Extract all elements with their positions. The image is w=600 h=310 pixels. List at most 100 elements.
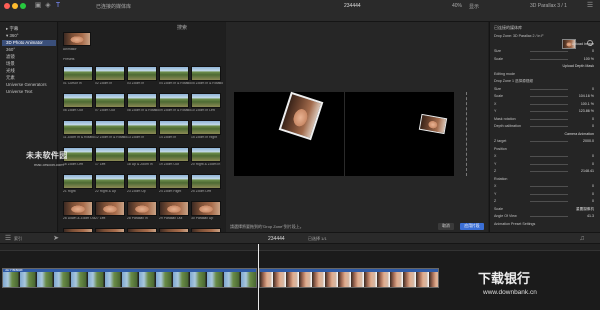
inspector-param-value[interactable]: Upload Image <box>572 42 594 46</box>
sidebar-item-3d-photo-animator[interactable]: 3D Photo Animator <box>2 40 56 46</box>
apply-clip-button[interactable]: 应用片段 <box>460 223 484 230</box>
preset-thumbnail[interactable] <box>95 66 125 81</box>
inspector-slider[interactable] <box>530 103 568 105</box>
viewer-canvas[interactable] <box>234 91 467 176</box>
inspector-slider[interactable] <box>530 51 568 52</box>
inspector-param-value[interactable]: 2000.0 <box>583 139 594 143</box>
preset-thumbnail[interactable] <box>159 93 189 108</box>
inspector-slider[interactable] <box>530 156 568 157</box>
preset-thumbnail[interactable] <box>127 174 157 189</box>
inspector-param-value[interactable]: 41.3 <box>587 214 594 218</box>
inspector-slider[interactable] <box>530 96 568 97</box>
preset-thumbnail[interactable] <box>127 66 157 81</box>
inspector-param-value[interactable]: 重置摄像机 <box>576 207 594 212</box>
drop-zone-left[interactable] <box>278 91 324 141</box>
close-window-button[interactable] <box>4 3 10 9</box>
preset-thumbnail[interactable] <box>63 201 93 216</box>
preset-thumbnail[interactable] <box>159 174 189 189</box>
inspector-slider[interactable] <box>530 201 568 202</box>
preset-thumbnail[interactable] <box>63 66 93 81</box>
preset-thumbnail[interactable] <box>191 120 221 135</box>
preset-thumbnail[interactable] <box>127 201 157 216</box>
titles-icon[interactable]: T <box>54 2 62 10</box>
inspector-slider[interactable] <box>530 186 568 187</box>
preset-thumbnail[interactable] <box>95 201 125 216</box>
preset-thumbnail[interactable] <box>159 147 189 162</box>
preset-thumbnail[interactable] <box>191 147 221 162</box>
drop-zone-right[interactable] <box>418 113 448 135</box>
select-tool-icon[interactable]: ➤ <box>52 235 60 243</box>
inspector-toggle-icon[interactable]: ☰ <box>586 2 594 10</box>
inspector-param-value[interactable]: 104.16 % <box>579 94 594 98</box>
inspector-slider[interactable] <box>530 216 568 217</box>
preset-thumbnail[interactable] <box>95 120 125 135</box>
inspector-param-value[interactable]: 0 <box>592 154 594 158</box>
preset-thumbnail[interactable] <box>127 120 157 135</box>
inspector-param-value[interactable]: 0 <box>592 192 594 196</box>
inspector-slider[interactable] <box>530 58 568 60</box>
inspector-param-value[interactable]: 0 <box>592 87 594 91</box>
inspector-slider[interactable] <box>530 171 568 172</box>
inspector-param-value[interactable]: Camera Animation <box>564 132 594 136</box>
preset-thumbnail[interactable] <box>95 174 125 189</box>
audio-meter-icon[interactable]: ♫ <box>578 235 586 243</box>
index-icon[interactable]: ☰ <box>4 235 12 243</box>
inspector-slider[interactable] <box>530 111 568 112</box>
preview-thumbnail[interactable] <box>63 32 91 46</box>
inspector-slider[interactable] <box>530 118 568 120</box>
inspector-param-value[interactable]: 0 <box>592 49 594 53</box>
index-label[interactable]: 索引 <box>14 236 22 242</box>
timeline-ruler[interactable] <box>0 244 600 251</box>
inspector-slider[interactable] <box>530 126 568 127</box>
preset-thumbnail[interactable] <box>63 93 93 108</box>
inspector-param-value[interactable]: 100.1 % <box>581 102 594 106</box>
preset-thumbnail[interactable] <box>191 201 221 216</box>
zoom-window-button[interactable] <box>20 3 26 9</box>
library-icon[interactable]: ▣ <box>34 2 42 10</box>
inspector-param-value[interactable]: Upload Depth Mask <box>562 64 594 68</box>
cancel-button[interactable]: 取消 <box>438 223 454 230</box>
sidebar-item-titles[interactable]: ▸ 字幕 <box>2 26 18 32</box>
sidebar-item-filters[interactable]: 滤镜 <box>2 54 15 60</box>
preset-thumbnail[interactable] <box>127 147 157 162</box>
inspector-param-label: Scale <box>494 94 503 98</box>
zoom-level[interactable]: 40% <box>452 3 462 9</box>
timeline-clip-landscape[interactable]: 3D Parallax <box>2 268 257 288</box>
preset-caption: 03 Zoom In <box>127 82 145 85</box>
sidebar-item-360[interactable]: ▾ 360° <box>2 33 19 39</box>
photos-icon[interactable]: ◈ <box>44 2 52 10</box>
sidebar-item-universe-text[interactable]: Universe Text <box>2 89 33 95</box>
inspector-param-value[interactable]: 0 <box>592 199 594 203</box>
inspector-param-value[interactable]: 0 <box>592 117 594 121</box>
inspector-slider[interactable] <box>530 141 568 142</box>
preset-thumbnail[interactable] <box>159 66 189 81</box>
inspector-slider[interactable] <box>530 163 568 165</box>
preset-thumbnail[interactable] <box>191 174 221 189</box>
timeline-clip-portrait[interactable] <box>259 268 439 288</box>
sidebar-item-universe-generators[interactable]: Universe Generators <box>2 82 47 88</box>
preset-thumbnail[interactable] <box>191 66 221 81</box>
preset-thumbnail[interactable] <box>63 174 93 189</box>
sidebar-item-scenes[interactable]: 场景 <box>2 61 15 67</box>
preset-thumbnail[interactable] <box>63 120 93 135</box>
preset-thumbnail[interactable] <box>159 120 189 135</box>
preset-thumbnail[interactable] <box>95 147 125 162</box>
inspector-param-value[interactable]: 0 <box>592 162 594 166</box>
sidebar-item-elements[interactable]: 元素 <box>2 75 15 81</box>
inspector-slider[interactable] <box>530 88 568 90</box>
preset-thumbnail[interactable] <box>191 93 221 108</box>
preset-thumbnail[interactable] <box>95 93 125 108</box>
sidebar-item-light[interactable]: 光线 <box>2 68 15 74</box>
inspector-param-value[interactable]: 0 <box>592 124 594 128</box>
inspector-param-value[interactable]: 100 % <box>584 57 594 61</box>
inspector-param-value[interactable]: 2148.41 <box>581 169 594 173</box>
preset-thumbnail[interactable] <box>159 201 189 216</box>
preset-thumbnail[interactable] <box>127 93 157 108</box>
search-placeholder[interactable]: 搜索 <box>177 24 187 31</box>
view-menu[interactable]: 显示 <box>469 3 479 10</box>
minimize-window-button[interactable] <box>12 3 18 9</box>
inspector-param-value[interactable]: 123.86 % <box>579 109 594 113</box>
inspector-param-value[interactable]: 0 <box>592 184 594 188</box>
inspector-slider[interactable] <box>530 193 568 195</box>
sidebar-item-360-sub[interactable]: 360° <box>2 47 15 53</box>
